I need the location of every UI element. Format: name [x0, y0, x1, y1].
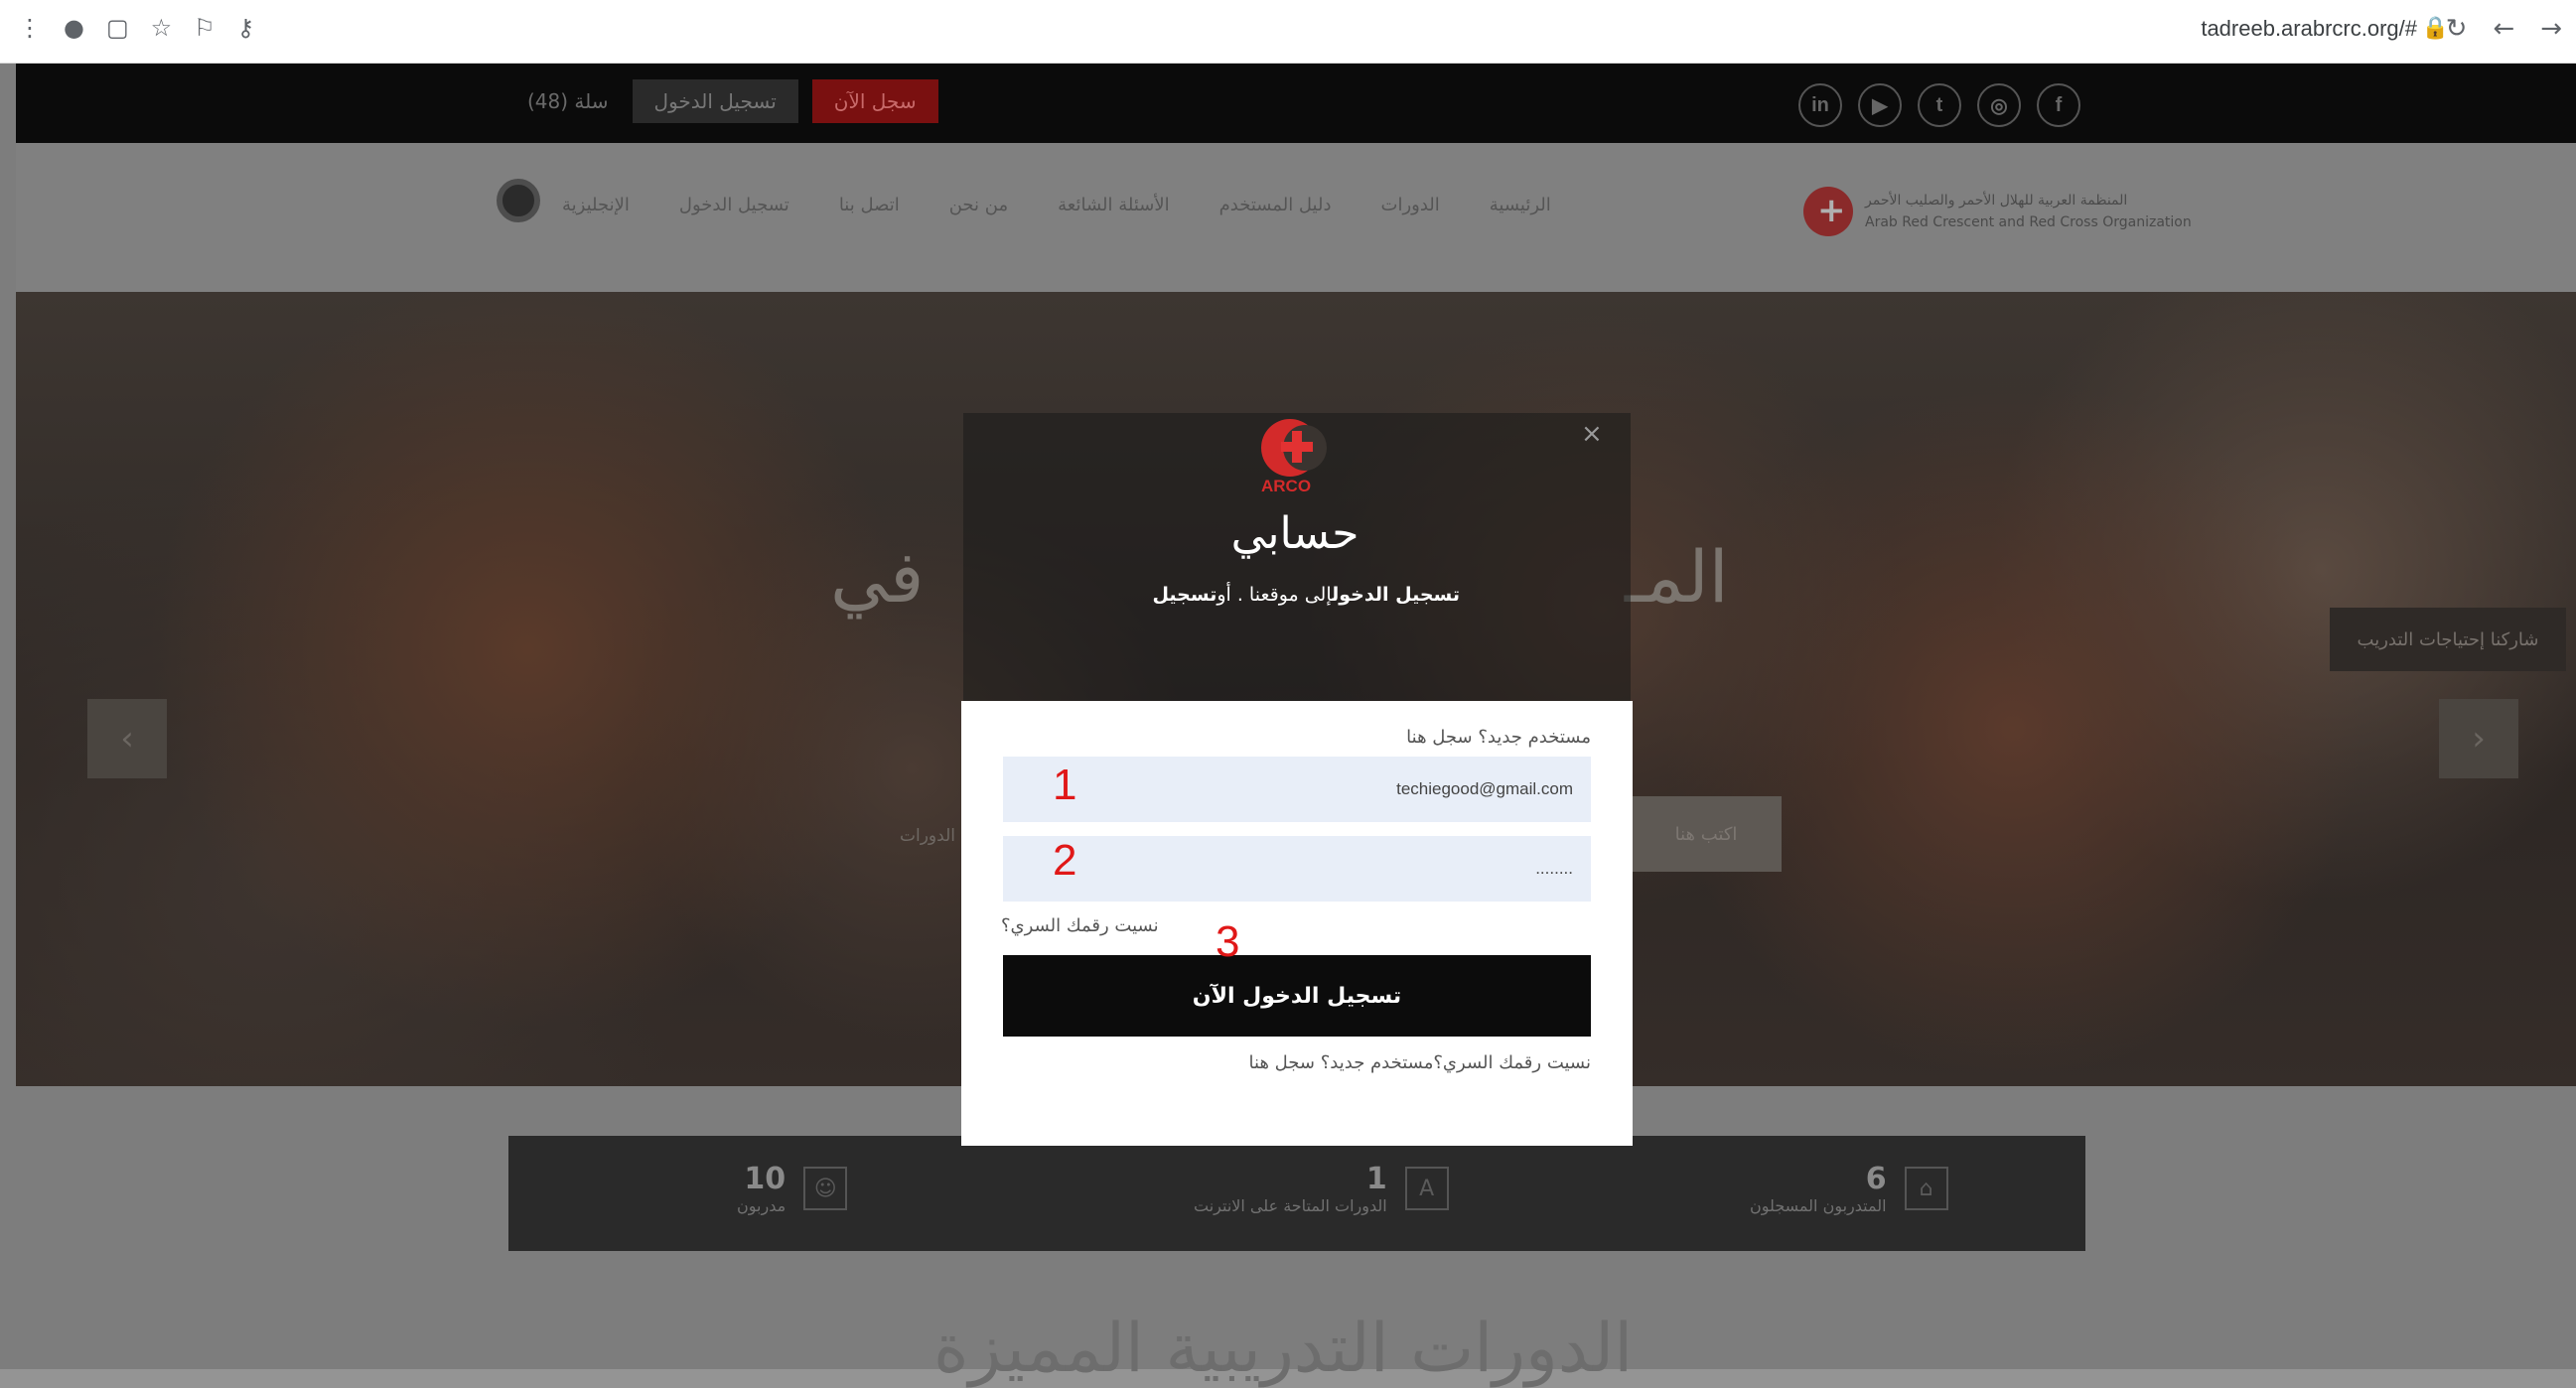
- nav-item-english[interactable]: الإنجليزية: [562, 195, 630, 215]
- cart-link[interactable]: (48) سلة: [517, 89, 619, 113]
- linkedin-icon[interactable]: in: [1798, 83, 1842, 127]
- brand-crescent-icon: [1803, 187, 1853, 236]
- youtube-icon[interactable]: ▶: [1858, 83, 1902, 127]
- top-actions: (48) سلة تسجيل الدخول سجل الآن: [517, 79, 938, 123]
- hero-courses-link[interactable]: الدورات: [900, 826, 955, 846]
- facebook-icon[interactable]: f: [2037, 83, 2080, 127]
- top-bar: (48) سلة تسجيل الدخول سجل الآن in ▶ t ◎ …: [16, 64, 2576, 143]
- top-login-button[interactable]: تسجيل الدخول: [632, 79, 798, 123]
- social-links: in ▶ t ◎ f: [1798, 83, 2080, 127]
- nav-item-courses[interactable]: الدورات: [1381, 195, 1440, 215]
- step-marker-1: 1: [1053, 761, 1077, 809]
- nav-item-about[interactable]: من نحن: [949, 195, 1008, 215]
- brand-line-ar: المنظمة العربية للهلال الأحمر والصليب ال…: [1865, 193, 2128, 208]
- stat-label: المتدربون المسجلون: [1750, 1196, 1887, 1215]
- step-marker-2: 2: [1053, 836, 1077, 885]
- step-marker-3: 3: [1216, 917, 1240, 966]
- stat-trainees: ⌂ 6 المتدربون المسجلون: [1750, 1162, 1948, 1215]
- reload-icon[interactable]: ↻: [2446, 14, 2468, 44]
- new-user-link[interactable]: مستخدم جديد؟ سجل هنا: [1406, 727, 1591, 748]
- stat-trainers: ☺ 10 مدربون: [737, 1162, 848, 1215]
- stat-number: 10: [744, 1162, 787, 1196]
- training-needs-button[interactable]: شاركنا إحتياجات التدريب: [2330, 608, 2566, 671]
- back-icon[interactable]: ←: [2493, 14, 2514, 44]
- instagram-icon[interactable]: ◎: [1977, 83, 2021, 127]
- user-icon: ☺: [803, 1167, 848, 1210]
- login-now-button[interactable]: تسجيل الدخول الآن: [1003, 955, 1591, 1037]
- slider-prev-button[interactable]: ‹: [87, 699, 167, 778]
- nav-item-faq[interactable]: الأسئلة الشائعة: [1058, 195, 1169, 215]
- menu-icon[interactable]: ⋮: [18, 14, 42, 42]
- nav-item-contact[interactable]: اتصل بنا: [839, 195, 900, 215]
- extension-icon[interactable]: ⚐: [194, 14, 215, 42]
- logo-text: ARCO: [1261, 477, 1312, 495]
- stat-courses: A 1 الدورات المتاحة على الانترنت: [1194, 1162, 1449, 1215]
- nav-menu: الرئيسية الدورات دليل المستخدم الأسئلة ا…: [562, 195, 1551, 215]
- brand-line-en: Arab Red Crescent and Red Cross Organiza…: [1865, 214, 2192, 230]
- graduation-cap-icon: ⌂: [1904, 1167, 1948, 1210]
- key-icon[interactable]: ⚷: [237, 14, 255, 42]
- forgot-password-link[interactable]: نسيت رقمك السري؟: [1001, 915, 1159, 936]
- browser-nav: ↻ ← →: [2446, 14, 2562, 44]
- slider-next-button[interactable]: ›: [2439, 699, 2518, 778]
- twitter-icon[interactable]: t: [1918, 83, 1961, 127]
- close-icon[interactable]: ×: [1581, 419, 1603, 449]
- nav-item-home[interactable]: الرئيسية: [1490, 195, 1551, 215]
- user-avatar-icon[interactable]: [497, 179, 540, 222]
- stat-number: 1: [1365, 1162, 1387, 1196]
- stat-label: الدورات المتاحة على الانترنت: [1194, 1196, 1387, 1215]
- address-bar[interactable]: tadreeb.arabrcrc.org/#: [2201, 16, 2417, 42]
- site-logo[interactable]: المنظمة العربية للهلال الأحمر والصليب ال…: [1803, 187, 2192, 236]
- hero-heading-left: في: [830, 535, 925, 619]
- page: (48) سلة تسجيل الدخول سجل الآن in ▶ t ◎ …: [0, 64, 2576, 1388]
- nav-item-user-guide[interactable]: دليل المستخدم: [1219, 195, 1332, 215]
- brand-text: المنظمة العربية للهلال الأحمر والصليب ال…: [1865, 190, 2192, 233]
- profile-icon[interactable]: ●: [64, 14, 84, 42]
- email-field[interactable]: techiegood@gmail.com: [1003, 757, 1591, 822]
- nav-item-login[interactable]: تسجيل الدخول: [679, 195, 789, 215]
- cross-icon: [1281, 431, 1313, 463]
- browser-tools: ⋮ ● ▢ ☆ ⚐ ⚷: [18, 14, 254, 42]
- modal-title: حسابي: [1230, 508, 1360, 559]
- subtitle-register: تسجيل: [1152, 584, 1217, 606]
- top-register-button[interactable]: سجل الآن: [811, 79, 938, 123]
- modal-subtitle: تسجيل الدخولإلى موقعنا . أوتسجيل: [1033, 584, 1460, 606]
- bottom-links[interactable]: نسيت رقمك السري؟مستخدم جديد؟ سجل هنا: [1180, 1052, 1591, 1073]
- stat-label: مدربون: [737, 1196, 787, 1215]
- main-navbar: الرئيسية الدورات دليل المستخدم الأسئلة ا…: [16, 143, 2576, 292]
- arco-logo: ARCO: [1255, 417, 1329, 498]
- hero-heading-right: المـ: [1625, 535, 1729, 619]
- star-icon[interactable]: ☆: [151, 14, 173, 42]
- hero-input-button[interactable]: اكتب هنا: [1631, 796, 1782, 872]
- stats-bar: ⌂ 6 المتدربون المسجلون A 1 الدورات المتا…: [508, 1136, 2085, 1251]
- stat-number: 6: [1865, 1162, 1887, 1196]
- featured-courses-title: الدورات التدريبية المميزة: [933, 1310, 1634, 1388]
- subtitle-mid: إلى موقعنا . أو: [1216, 584, 1333, 606]
- browser-toolbar: ⋮ ● ▢ ☆ ⚐ ⚷ tadreeb.arabrcrc.org/# 🔒 ↻ ←…: [0, 0, 2576, 64]
- subtitle-login: تسجيل الدخول: [1332, 584, 1460, 606]
- password-field[interactable]: ........: [1003, 836, 1591, 902]
- forward-icon[interactable]: →: [2540, 14, 2562, 44]
- tab-icon[interactable]: ▢: [106, 14, 129, 42]
- book-icon: A: [1404, 1167, 1449, 1210]
